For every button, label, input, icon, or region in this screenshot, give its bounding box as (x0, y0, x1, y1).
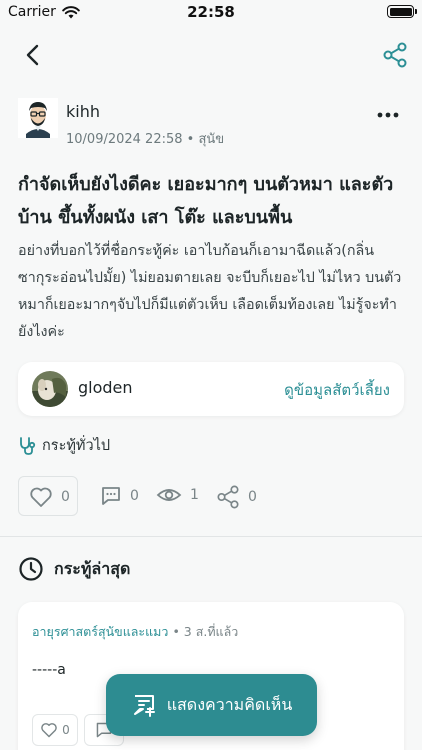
clock: 22:58 (187, 3, 235, 21)
add-comment-button[interactable]: แสดงความคิดเห็น (106, 674, 317, 736)
like-button[interactable]: 0 (18, 476, 78, 516)
post-actions: 0 0 1 0 (18, 476, 408, 516)
status-bar: Carrier 22:58 (0, 0, 422, 26)
author-name[interactable]: kihh (66, 102, 100, 121)
pet-card[interactable]: gloden ดูข้อมูลสัตว์เลี้ยง (18, 362, 404, 416)
post-body: อย่างที่บอกไว้ที่ชื่อกระทู้ค่ะ เอาไบก้อน… (18, 243, 402, 340)
add-comment-icon (133, 695, 155, 717)
comment-icon (102, 487, 120, 505)
recent-title: กระทู้ล่าสุด (54, 558, 131, 578)
avatar[interactable] (18, 98, 58, 138)
post-date: 10/09/2024 22:58 • สุนัข (66, 132, 225, 147)
post-category[interactable]: กระทู้ทั่วไป (18, 434, 110, 457)
view-pet-info-link[interactable]: ดูข้อมูลสัตว์เลี้ยง (284, 378, 390, 402)
heart-icon (41, 723, 57, 738)
share-icon (217, 485, 239, 509)
share-count-button[interactable]: 0 (216, 485, 257, 509)
post-title: กำจัดเห็บยังไงดีคะ เยอะมากๆ บนตัวหมา และ… (18, 174, 394, 228)
divider (0, 536, 422, 537)
add-comment-label: แสดงความคิดเห็น (166, 694, 293, 714)
recent-post-meta: อายุรศาสตร์สุนัขและแมว • 3 ส.ที่แล้ว (32, 622, 238, 642)
heart-icon (30, 487, 52, 507)
recent-post-category[interactable]: อายุรศาสตร์สุนัขและแมว (32, 624, 168, 639)
pet-name: gloden (78, 378, 133, 397)
share-icon[interactable] (382, 42, 408, 68)
recent-post-like-button[interactable]: 0 (32, 714, 78, 746)
share-count: 0 (248, 489, 257, 505)
view-count: 1 (156, 485, 199, 505)
pet-avatar (32, 371, 68, 407)
comment-count-button[interactable]: 0 (100, 485, 139, 507)
comment-count: 0 (130, 488, 139, 504)
battery-icon (387, 5, 417, 18)
recent-post-text: -----a (32, 662, 66, 678)
nav-bar (0, 30, 422, 80)
more-icon[interactable] (376, 110, 400, 120)
back-icon[interactable] (22, 42, 44, 68)
recent-post-like-count: 0 (62, 723, 70, 737)
post-author: kihh 10/09/2024 22:58 • สุนัข (18, 96, 404, 152)
view-count-value: 1 (190, 487, 199, 503)
eye-icon (156, 489, 182, 501)
category-label: กระทู้ทั่วไป (42, 438, 111, 454)
recent-header: กระทู้ล่าสุด (18, 556, 130, 582)
clock-icon (19, 557, 43, 581)
stethoscope-icon (20, 436, 36, 455)
recent-post-time: • 3 ส.ที่แล้ว (172, 624, 239, 639)
like-count: 0 (61, 489, 70, 505)
